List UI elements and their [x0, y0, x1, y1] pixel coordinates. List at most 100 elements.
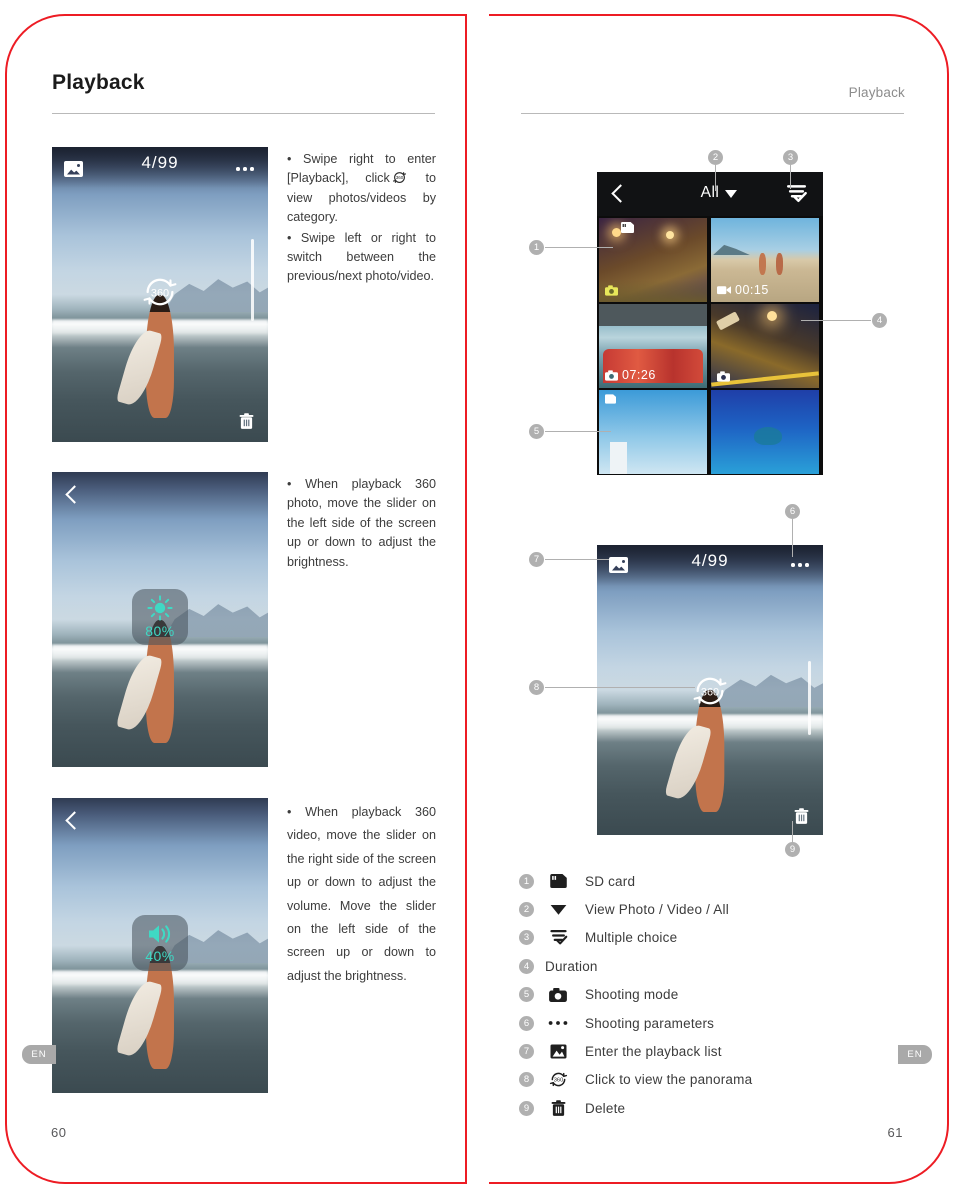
legend-item-7: 7 Enter the playback list [519, 1037, 919, 1065]
instruction-1-line-a: • Swipe right to enter [Playback], click [287, 152, 436, 186]
brightness-slider-track[interactable] [251, 239, 254, 321]
panorama-360-icon[interactable]: 360 [691, 672, 729, 710]
legend-label: Shooting parameters [585, 1015, 715, 1031]
hills [714, 674, 823, 708]
camera-icon [605, 285, 618, 296]
panorama-360-icon-inline: 360 [392, 172, 406, 184]
legend-number: 7 [519, 1044, 534, 1060]
gallery-chip-mode: 07:26 [605, 368, 656, 382]
page-number-right: 61 [887, 1125, 903, 1140]
instruction-1-bullet-2: • Swipe left or right to switch between … [287, 230, 436, 284]
leader-6 [792, 519, 793, 557]
more-dots-icon[interactable] [236, 167, 254, 171]
leader-7 [545, 559, 609, 560]
video-icon [717, 286, 731, 295]
instruction-block-3: • When playback 360 video, move the slid… [287, 805, 436, 983]
legend-number: 9 [519, 1100, 534, 1116]
header-rule [521, 113, 904, 114]
volume-hud: 40% [132, 915, 188, 971]
legend-label: SD card [585, 873, 636, 889]
legend-number: 5 [519, 987, 534, 1003]
sd-card-icon [545, 874, 571, 889]
instruction-block-2: • When playback 360 photo, move the slid… [287, 477, 436, 569]
language-tab-right[interactable]: EN [898, 1045, 932, 1064]
gallery-chip-duration: 00:15 [717, 283, 769, 297]
surfer-figure [145, 294, 175, 419]
callout-9: 9 [785, 842, 800, 857]
language-tab-left[interactable]: EN [22, 1045, 56, 1064]
legend-item-5: 5 Shooting mode [519, 981, 919, 1009]
brightness-slider-track[interactable] [808, 661, 811, 735]
gallery-chip-mode [717, 371, 730, 382]
camera-icon [717, 371, 730, 382]
phone-mock-brightness: 80% [52, 472, 268, 767]
callout-5: 5 [529, 424, 544, 439]
panorama-360-icon[interactable]: 360 [141, 273, 179, 311]
legend-item-8: 8 360 Click to view the panorama [519, 1066, 919, 1094]
legend-item-2: 2 View Photo / Video / All [519, 895, 919, 923]
leader-4 [801, 320, 871, 321]
image-icon [545, 1044, 571, 1059]
page-title: Playback [52, 71, 145, 94]
legend-number: 4 [519, 958, 534, 974]
title-rule [52, 113, 435, 114]
camera-icon [605, 369, 618, 381]
legend-label: Delete [585, 1100, 626, 1116]
gallery-chip-sd [621, 222, 634, 233]
left-page: Playback 4/99 360 • Swipe right to enter… [5, 14, 465, 1184]
caret-down-icon[interactable] [725, 190, 737, 198]
manual-page-spread: Playback 4/99 360 • Swipe right to enter… [0, 0, 954, 1191]
leader-1 [545, 247, 613, 248]
gallery-chip-mode [605, 285, 618, 296]
photo-counter: 4/99 [691, 551, 729, 570]
brightness-sun-icon [147, 595, 173, 621]
gallery-cell-5[interactable] [599, 390, 707, 474]
legend-label: Click to view the panorama [585, 1072, 753, 1088]
leader-3 [790, 165, 791, 189]
leader-8 [545, 687, 695, 688]
brightness-value: 80% [145, 623, 175, 639]
callout-2: 2 [708, 150, 723, 165]
legend-label: Duration [545, 958, 598, 974]
sd-card-icon [621, 222, 634, 233]
instruction-block-1: • Swipe right to enter [Playback], click… [287, 150, 436, 287]
camera-icon [545, 987, 571, 1002]
running-header: Playback [848, 85, 905, 100]
legend-item-9: 9 Delete [519, 1094, 919, 1122]
legend-item-3: 3 Multiple choice [519, 924, 919, 952]
callout-7: 7 [529, 552, 544, 567]
gallery-cell-4[interactable] [711, 304, 819, 388]
trash-icon[interactable] [239, 413, 254, 430]
gallery-cell-3[interactable]: 07:26 [599, 304, 707, 388]
sd-card-icon [605, 394, 616, 404]
legend-number: 8 [519, 1072, 534, 1088]
gallery-cell-6[interactable] [711, 390, 819, 474]
multiple-choice-icon [545, 929, 571, 946]
phone-mock-volume: 40% [52, 798, 268, 1093]
volume-value: 40% [145, 948, 175, 964]
legend-number: 3 [519, 930, 534, 946]
callout-4: 4 [872, 313, 887, 328]
legend-label: Enter the playback list [585, 1044, 722, 1060]
more-dots-icon[interactable] [791, 563, 809, 567]
gallery-cell-1[interactable] [599, 218, 707, 302]
svg-text:360: 360 [151, 287, 169, 299]
leader-2 [715, 165, 716, 191]
legend-number: 2 [519, 902, 534, 918]
gallery-grid: 00:15 07:26 [597, 216, 823, 475]
gallery-cell-2[interactable]: 00:15 [711, 218, 819, 302]
caret-down-icon [545, 904, 571, 916]
legend-label: Multiple choice [585, 930, 678, 946]
page-number-left: 60 [51, 1125, 67, 1140]
gallery-duration-1: 00:15 [735, 283, 769, 297]
trash-icon[interactable] [794, 808, 809, 825]
svg-text:360: 360 [701, 686, 719, 698]
legend-label: Shooting mode [585, 987, 679, 1003]
svg-text:360: 360 [553, 1078, 563, 1084]
panorama-360-icon: 360 [545, 1070, 571, 1089]
legend-list: 1 SD card 2 View Photo / Video / All 3 M… [519, 867, 919, 1123]
callout-1: 1 [529, 240, 544, 255]
brightness-hud: 80% [132, 589, 188, 645]
legend-item-6: 6 Shooting parameters [519, 1009, 919, 1037]
right-page: Playback All 00:15 07:26 2 3 1 4 5 4/99 … [489, 14, 949, 1184]
